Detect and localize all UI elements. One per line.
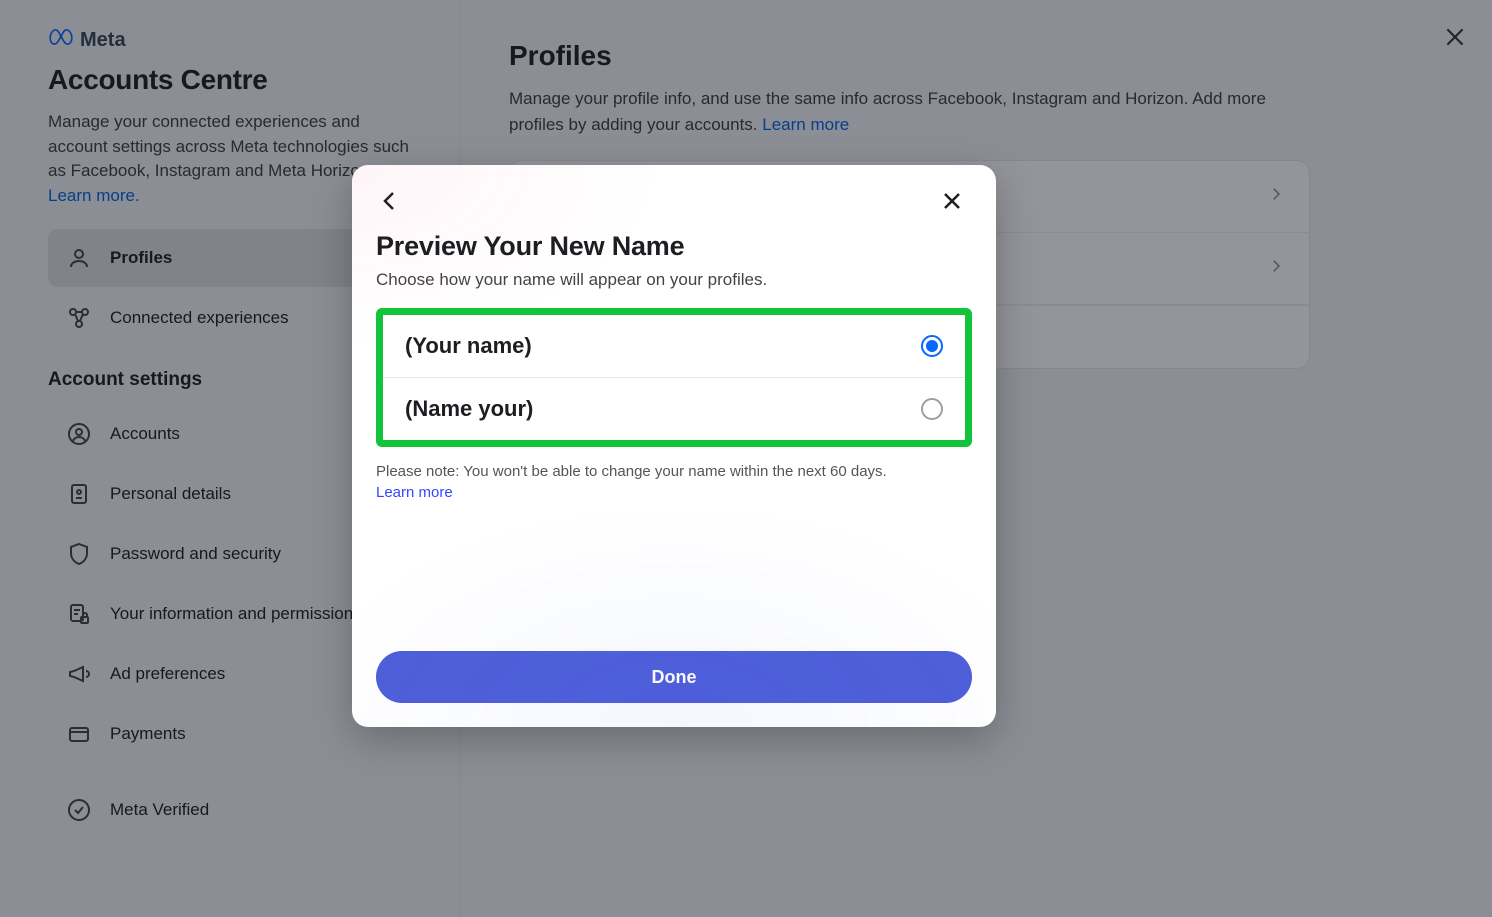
dialog-close-button[interactable]	[934, 183, 970, 219]
name-option-last-first[interactable]: (Name your)	[383, 377, 965, 440]
dialog-header	[352, 165, 996, 219]
name-option-first-last[interactable]: (Your name)	[383, 315, 965, 377]
dialog-title: Preview Your New Name	[376, 231, 972, 262]
dialog-footer: Done	[352, 633, 996, 727]
name-options-highlight: (Your name) (Name your)	[376, 308, 972, 447]
done-button[interactable]: Done	[376, 651, 972, 703]
dialog-note: Please note: You won't be able to change…	[376, 461, 972, 503]
app-root: Meta Accounts Centre Manage your connect…	[0, 0, 1492, 917]
radio-selected-icon	[921, 335, 943, 357]
dialog-learn-more-link[interactable]: Learn more	[376, 482, 453, 503]
radio-unselected-icon	[921, 398, 943, 420]
option-label: (Name your)	[405, 396, 533, 422]
dialog-subtitle: Choose how your name will appear on your…	[376, 270, 972, 290]
option-label: (Your name)	[405, 333, 532, 359]
dialog-back-button[interactable]	[372, 183, 408, 219]
dialog-body: Preview Your New Name Choose how your na…	[352, 219, 996, 633]
preview-name-dialog: Preview Your New Name Choose how your na…	[352, 165, 996, 727]
